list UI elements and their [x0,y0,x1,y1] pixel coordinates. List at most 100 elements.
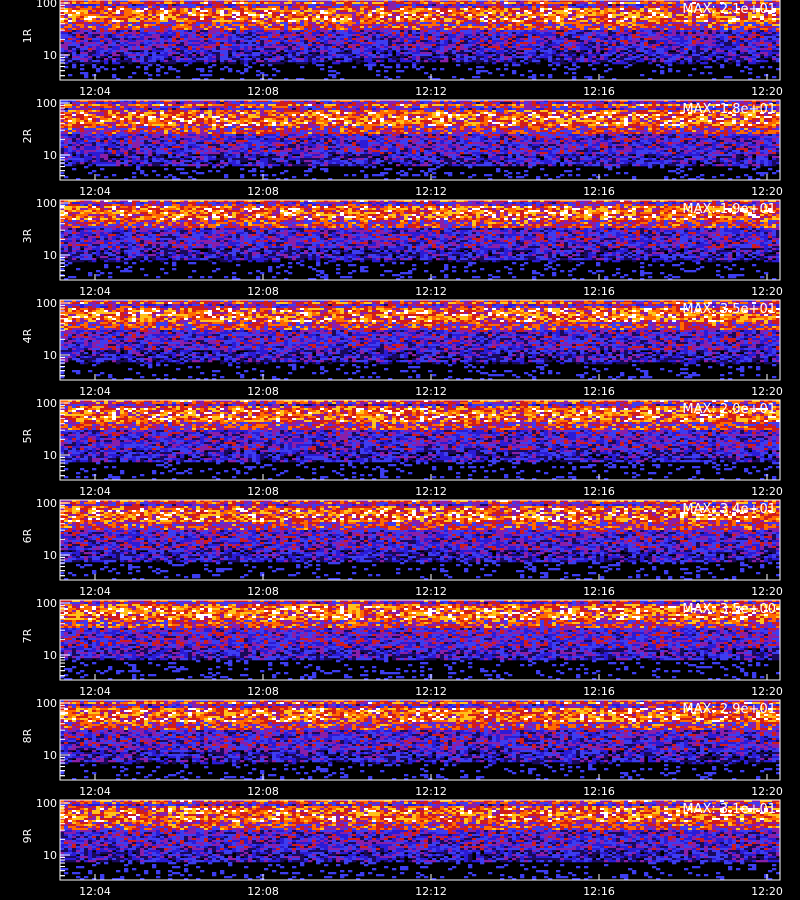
heatmap-cell [240,54,244,56]
heatmap-cell [572,6,576,8]
heatmap-cell [676,20,680,22]
heatmap-cell [408,4,412,6]
heatmap-cell [120,16,124,18]
heatmap-cell [740,42,744,44]
heatmap-cell [588,46,592,48]
heatmap-cell [504,24,508,26]
heatmap-cell [348,14,352,16]
heatmap-cell [264,4,268,6]
heatmap-cell [240,32,244,34]
heatmap-cell [444,18,448,20]
heatmap-cell [172,26,176,28]
heatmap-cell [492,40,496,42]
heatmap-cell [620,6,624,8]
heatmap-cell [608,44,612,46]
heatmap-cell [416,20,420,22]
heatmap-cell [672,48,676,50]
heatmap-cell [656,14,660,16]
heatmap-cell [684,20,688,22]
heatmap-cell [208,2,212,4]
heatmap-cell [548,4,552,6]
heatmap-cell [332,34,336,36]
heatmap-cell [224,16,228,18]
heatmap-cell [316,46,320,48]
heatmap-cell [624,16,628,18]
heatmap-cell [500,50,504,52]
heatmap-cell [600,4,604,6]
heatmap-cell [652,22,656,24]
heatmap-cell [116,50,120,52]
heatmap-cell [284,22,288,24]
heatmap-cell [276,26,280,28]
heatmap-cell [392,2,396,4]
heatmap-cell [672,34,676,36]
heatmap-cell [772,26,776,28]
heatmap-cell [292,4,296,6]
heatmap-cell [252,44,256,46]
heatmap-cell [336,28,340,30]
heatmap-cell [292,6,296,8]
heatmap-cell [684,24,688,26]
heatmap-cell [324,22,328,24]
heatmap-cell [152,2,156,4]
heatmap-cell [244,30,248,32]
heatmap-cell [500,26,504,28]
heatmap-cell [400,44,404,46]
heatmap-cell [560,16,564,18]
heatmap-cell [264,36,268,38]
heatmap-cell [636,4,640,6]
heatmap-cell [292,8,296,10]
heatmap-cell [340,42,344,44]
heatmap-cell [704,40,708,42]
heatmap-cell [204,32,208,34]
heatmap-cell [708,26,712,28]
heatmap-cell [112,36,116,38]
heatmap-cell [764,50,768,52]
heatmap-cell [396,28,400,30]
heatmap-cell [252,26,256,28]
heatmap-cell [100,6,104,8]
heatmap-cell [188,46,192,48]
heatmap-cell [196,12,200,14]
heatmap-cell [552,2,556,4]
heatmap-cell [496,26,500,28]
heatmap-cell [444,6,448,8]
heatmap-cell [608,28,612,30]
heatmap-cell [228,38,232,40]
heatmap-cell [388,48,392,50]
heatmap-cell [96,26,100,28]
heatmap-cell [628,22,632,24]
heatmap-cell [412,34,416,36]
heatmap-cell [296,28,300,30]
heatmap-cell [524,4,528,6]
heatmap-cell [624,2,628,4]
heatmap-cell [764,54,768,56]
heatmap-cell [192,36,196,38]
heatmap-cell [712,32,716,34]
heatmap-cell [576,14,580,16]
heatmap-cell [232,6,236,8]
heatmap-cell [252,52,256,54]
heatmap-cell [260,16,264,18]
heatmap-cell [416,54,420,56]
heatmap-cell [460,16,464,18]
heatmap-cell [732,24,736,26]
heatmap-cell [328,20,332,22]
heatmap-cell [124,14,128,16]
heatmap-cell [584,2,588,4]
heatmap-cell [736,18,740,20]
heatmap-cell [652,20,656,22]
heatmap-cell [384,6,388,8]
heatmap-cell [72,42,76,44]
heatmap-cell [540,22,544,24]
heatmap-cell [404,48,408,50]
heatmap-cell [456,2,460,4]
heatmap-cell [616,34,620,36]
heatmap-cell [460,40,464,42]
heatmap-cell [696,20,700,22]
heatmap-cell [224,40,228,42]
heatmap-cell [700,30,704,32]
heatmap-cell [320,36,324,38]
heatmap-cell [336,44,340,46]
heatmap-cell [72,8,76,10]
